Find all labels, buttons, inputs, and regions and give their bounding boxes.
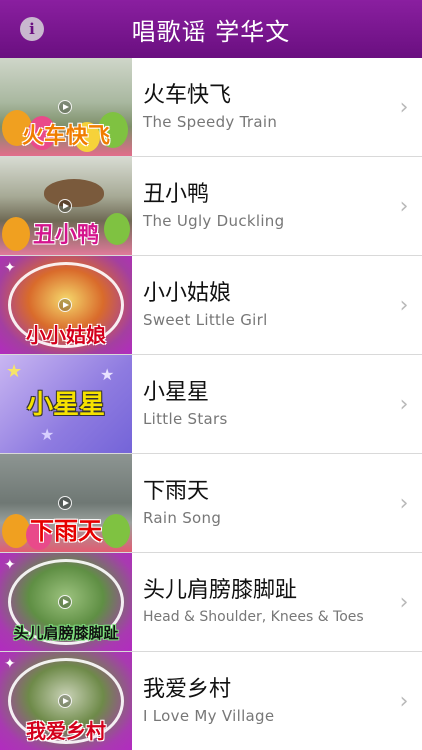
thumbnail-caption: 火车快飞	[21, 124, 110, 149]
page-title: 唱歌谣 学华文	[131, 17, 291, 46]
play-icon	[58, 496, 72, 510]
song-list: 火车快飞 火车快飞 The Speedy Train › 丑小鸭 丑小鸭 The…	[0, 58, 422, 750]
song-thumbnail: ★ ★ ★ 小星星	[0, 355, 132, 453]
thumbnail-caption: 下雨天	[30, 517, 102, 545]
thumbnail-caption: 小小姑娘	[26, 323, 106, 347]
chevron-right-icon: ›	[399, 688, 409, 714]
song-title-chinese: 我爱乡村	[143, 677, 232, 702]
thumbnail-caption: 我爱乡村	[26, 719, 106, 743]
app: i 唱歌谣 学华文 火车快飞 火车快飞 The Speedy Train › 丑…	[0, 0, 422, 750]
song-row-little-stars[interactable]: ★ ★ ★ 小星星 小星星 Little Stars ›	[0, 355, 422, 454]
play-icon	[58, 595, 72, 609]
play-icon	[58, 298, 72, 312]
song-row-rain-song[interactable]: 下雨天 下雨天 Rain Song ›	[0, 454, 422, 553]
song-title-chinese: 小星星	[143, 380, 210, 405]
song-title-chinese: 火车快飞	[143, 83, 232, 108]
song-title-english: I Love My Village	[143, 707, 275, 725]
chevron-right-icon: ›	[399, 391, 409, 417]
song-row-love-village[interactable]: ✦ 我爱乡村 我爱乡村 I Love My Village ›	[0, 652, 422, 750]
info-icon[interactable]: i	[20, 17, 44, 41]
song-title-chinese: 下雨天	[143, 479, 210, 504]
song-row-sweet-little-girl[interactable]: ✦ 小小姑娘 小小姑娘 Sweet Little Girl ›	[0, 256, 422, 355]
thumbnail-caption: 头儿肩膀膝脚趾	[13, 624, 119, 642]
song-title-english: Sweet Little Girl	[143, 311, 268, 329]
song-title-english: The Ugly Duckling	[143, 212, 285, 230]
song-thumbnail: ✦ 小小姑娘	[0, 256, 132, 354]
song-title-english: Rain Song	[143, 509, 222, 527]
chevron-right-icon: ›	[399, 94, 409, 120]
song-title-chinese: 小小姑娘	[143, 281, 232, 306]
song-thumbnail: 火车快飞	[0, 58, 132, 156]
chevron-right-icon: ›	[399, 292, 409, 318]
song-title-english: Little Stars	[143, 410, 228, 428]
chevron-right-icon: ›	[399, 193, 409, 219]
header-bar: i 唱歌谣 学华文	[0, 0, 422, 58]
song-thumbnail: 下雨天	[0, 454, 132, 552]
song-title-chinese: 头儿肩膀膝脚趾	[143, 578, 298, 603]
song-title-english: The Speedy Train	[143, 113, 278, 131]
play-icon	[58, 199, 72, 213]
song-thumbnail: 丑小鸭	[0, 157, 132, 255]
song-row-head-shoulders[interactable]: ✦ 头儿肩膀膝脚趾 头儿肩膀膝脚趾 Head & Shoulder, Knees…	[0, 553, 422, 652]
thumbnail-caption: 丑小鸭	[32, 223, 99, 248]
song-thumbnail: ✦ 我爱乡村	[0, 652, 132, 750]
chevron-right-icon: ›	[399, 589, 409, 615]
chevron-right-icon: ›	[399, 490, 409, 516]
play-icon	[58, 694, 72, 708]
play-icon	[58, 100, 72, 114]
song-title-chinese: 丑小鸭	[143, 182, 210, 207]
thumbnail-caption: 小星星	[26, 390, 105, 420]
song-thumbnail: ✦ 头儿肩膀膝脚趾	[0, 553, 132, 651]
song-row-speedy-train[interactable]: 火车快飞 火车快飞 The Speedy Train ›	[0, 58, 422, 157]
song-row-ugly-duckling[interactable]: 丑小鸭 丑小鸭 The Ugly Duckling ›	[0, 157, 422, 256]
song-title-english: Head & Shoulder, Knees & Toes	[143, 609, 364, 625]
